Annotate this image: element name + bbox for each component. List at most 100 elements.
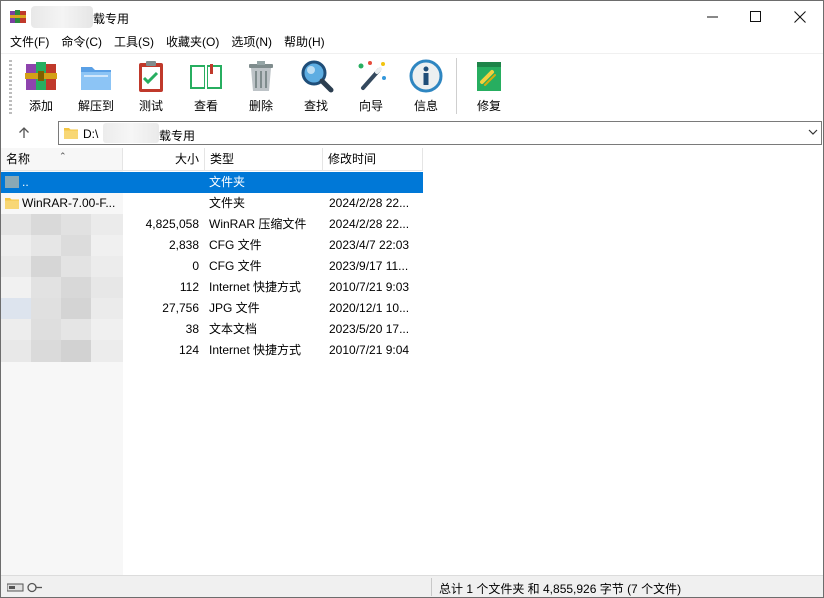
close-button[interactable] [777, 1, 823, 32]
minimize-button[interactable] [689, 1, 735, 32]
filenames-redacted [1, 214, 123, 362]
sort-ascending-icon: ⌃ [59, 151, 67, 161]
column-name-header[interactable]: 名称 ⌃ [1, 148, 123, 171]
toolbar: 添加 解压到 测试 查看 删除 查找 向导 信息 修复 [1, 53, 823, 117]
column-type-label: 类型 [210, 152, 235, 166]
view-button[interactable]: 查看 [179, 58, 233, 114]
menu-bar: 文件(F) 命令(C) 工具(S) 收藏夹(O) 选项(N) 帮助(H) [1, 32, 823, 53]
view-label: 查看 [193, 99, 218, 113]
clipboard-check-icon [139, 61, 163, 92]
column-modified-label: 修改时间 [328, 152, 377, 166]
column-type-header[interactable]: 类型 [205, 148, 323, 171]
winrar-app-icon [10, 10, 26, 23]
open-book-icon [190, 64, 222, 89]
wizard-button[interactable]: 向导 [344, 58, 398, 114]
row-modified: 2023/9/17 11... [329, 259, 409, 273]
address-redacted [103, 123, 159, 143]
status-divider [431, 578, 432, 596]
folder-icon [5, 197, 19, 209]
row-name: WinRAR-7.00-F... [22, 196, 116, 210]
toolbar-separator [456, 58, 457, 114]
column-size-header[interactable]: 大小 [123, 148, 205, 171]
title-redacted [31, 6, 93, 28]
row-size: 27,756 [162, 301, 199, 315]
parent-folder-icon [5, 175, 19, 188]
column-size-label: 大小 [174, 152, 199, 166]
drive-key-icon [7, 582, 42, 593]
repair-button[interactable]: 修复 [462, 58, 516, 114]
table-row[interactable]: .. 文件夹 [1, 172, 423, 193]
row-type: WinRAR 压缩文件 [209, 217, 307, 231]
row-size: 0 [192, 259, 199, 273]
title-bar[interactable]: 载专用 [1, 1, 823, 32]
column-name-label: 名称 [6, 152, 31, 166]
info-icon [409, 59, 443, 93]
row-modified: 2020/12/1 10... [329, 301, 410, 315]
address-dropdown-button[interactable] [808, 127, 818, 139]
winrar-window: 载专用 文件(F) 命令(C) 工具(S) 收藏夹(O) 选项(N) 帮助(H) [0, 0, 824, 598]
row-modified: 2023/5/20 17... [329, 322, 410, 336]
address-path-suffix: 载专用 [159, 129, 196, 143]
row-name: .. [22, 175, 29, 189]
row-modified [329, 172, 421, 193]
row-modified: 2024/2/28 22... [329, 196, 410, 210]
magic-wand-icon [358, 61, 386, 90]
row-size: 4,825,058 [145, 217, 199, 231]
address-path-prefix: D:\ [83, 127, 99, 141]
add-button[interactable]: 添加 [14, 58, 68, 114]
row-size: 124 [178, 343, 199, 357]
folder-extract-icon [81, 67, 111, 90]
menu-options[interactable]: 选项(N) [225, 32, 278, 53]
row-type: Internet 快捷方式 [209, 343, 302, 357]
info-button[interactable]: 信息 [399, 58, 453, 114]
menu-help[interactable]: 帮助(H) [278, 32, 331, 53]
row-name-cell: WinRAR-7.00-F... [5, 193, 121, 214]
find-button[interactable]: 查找 [289, 58, 343, 114]
repair-label: 修复 [476, 99, 501, 113]
column-modified-header[interactable]: 修改时间 [323, 148, 423, 171]
row-type: 文件夹 [209, 175, 246, 189]
row-name-cell: .. [5, 172, 121, 193]
row-modified: 2010/7/21 9:03 [329, 280, 410, 294]
menu-commands[interactable]: 命令(C) [55, 32, 108, 53]
folder-icon [64, 128, 78, 139]
row-modified: 2024/2/28 22... [329, 217, 410, 231]
row-size: 38 [185, 322, 199, 336]
row-type: JPG 文件 [209, 301, 260, 315]
table-row[interactable]: WinRAR-7.00-F... 文件夹 2024/2/28 22... [1, 193, 423, 214]
address-bar[interactable]: D:\ 载专用 [58, 121, 822, 145]
row-size [123, 193, 199, 214]
file-list[interactable]: 名称 ⌃ 大小 类型 修改时间 .. 文件夹 WinRAR-7.00-F... … [1, 148, 823, 575]
row-type: CFG 文件 [209, 238, 262, 252]
status-bar: 总计 1 个文件夹 和 4,855,926 字节 (7 个文件) [1, 575, 823, 597]
menu-file[interactable]: 文件(F) [4, 32, 55, 53]
wizard-label: 向导 [358, 99, 383, 113]
row-modified: 2023/4/7 22:03 [329, 238, 410, 252]
row-type: CFG 文件 [209, 259, 262, 273]
up-folder-button[interactable] [13, 123, 35, 143]
menu-favorites[interactable]: 收藏夹(O) [160, 32, 225, 53]
close-icon [794, 10, 806, 23]
delete-label: 删除 [248, 99, 273, 113]
chevron-down-icon [808, 129, 818, 135]
status-summary: 总计 1 个文件夹 和 4,855,926 字节 (7 个文件) [439, 582, 682, 596]
row-modified: 2010/7/21 9:04 [329, 343, 410, 357]
test-button[interactable]: 测试 [124, 58, 178, 114]
row-type: Internet 快捷方式 [209, 280, 302, 294]
row-size: 112 [179, 280, 199, 294]
arrow-up-icon [19, 127, 29, 138]
delete-button[interactable]: 删除 [234, 58, 288, 114]
archive-books-icon [25, 62, 57, 90]
menu-tools[interactable]: 工具(S) [108, 32, 160, 53]
test-label: 测试 [138, 99, 163, 113]
extract-to-label: 解压到 [77, 99, 114, 113]
maximize-button[interactable] [732, 1, 778, 32]
column-header: 名称 ⌃ 大小 类型 修改时间 [1, 148, 423, 171]
find-label: 查找 [303, 99, 328, 113]
extract-to-button[interactable]: 解压到 [69, 58, 123, 114]
row-size: 2,838 [168, 238, 199, 252]
info-label: 信息 [413, 99, 438, 113]
add-label: 添加 [28, 99, 53, 113]
row-size [123, 172, 199, 193]
toolbar-grip[interactable] [9, 60, 12, 114]
